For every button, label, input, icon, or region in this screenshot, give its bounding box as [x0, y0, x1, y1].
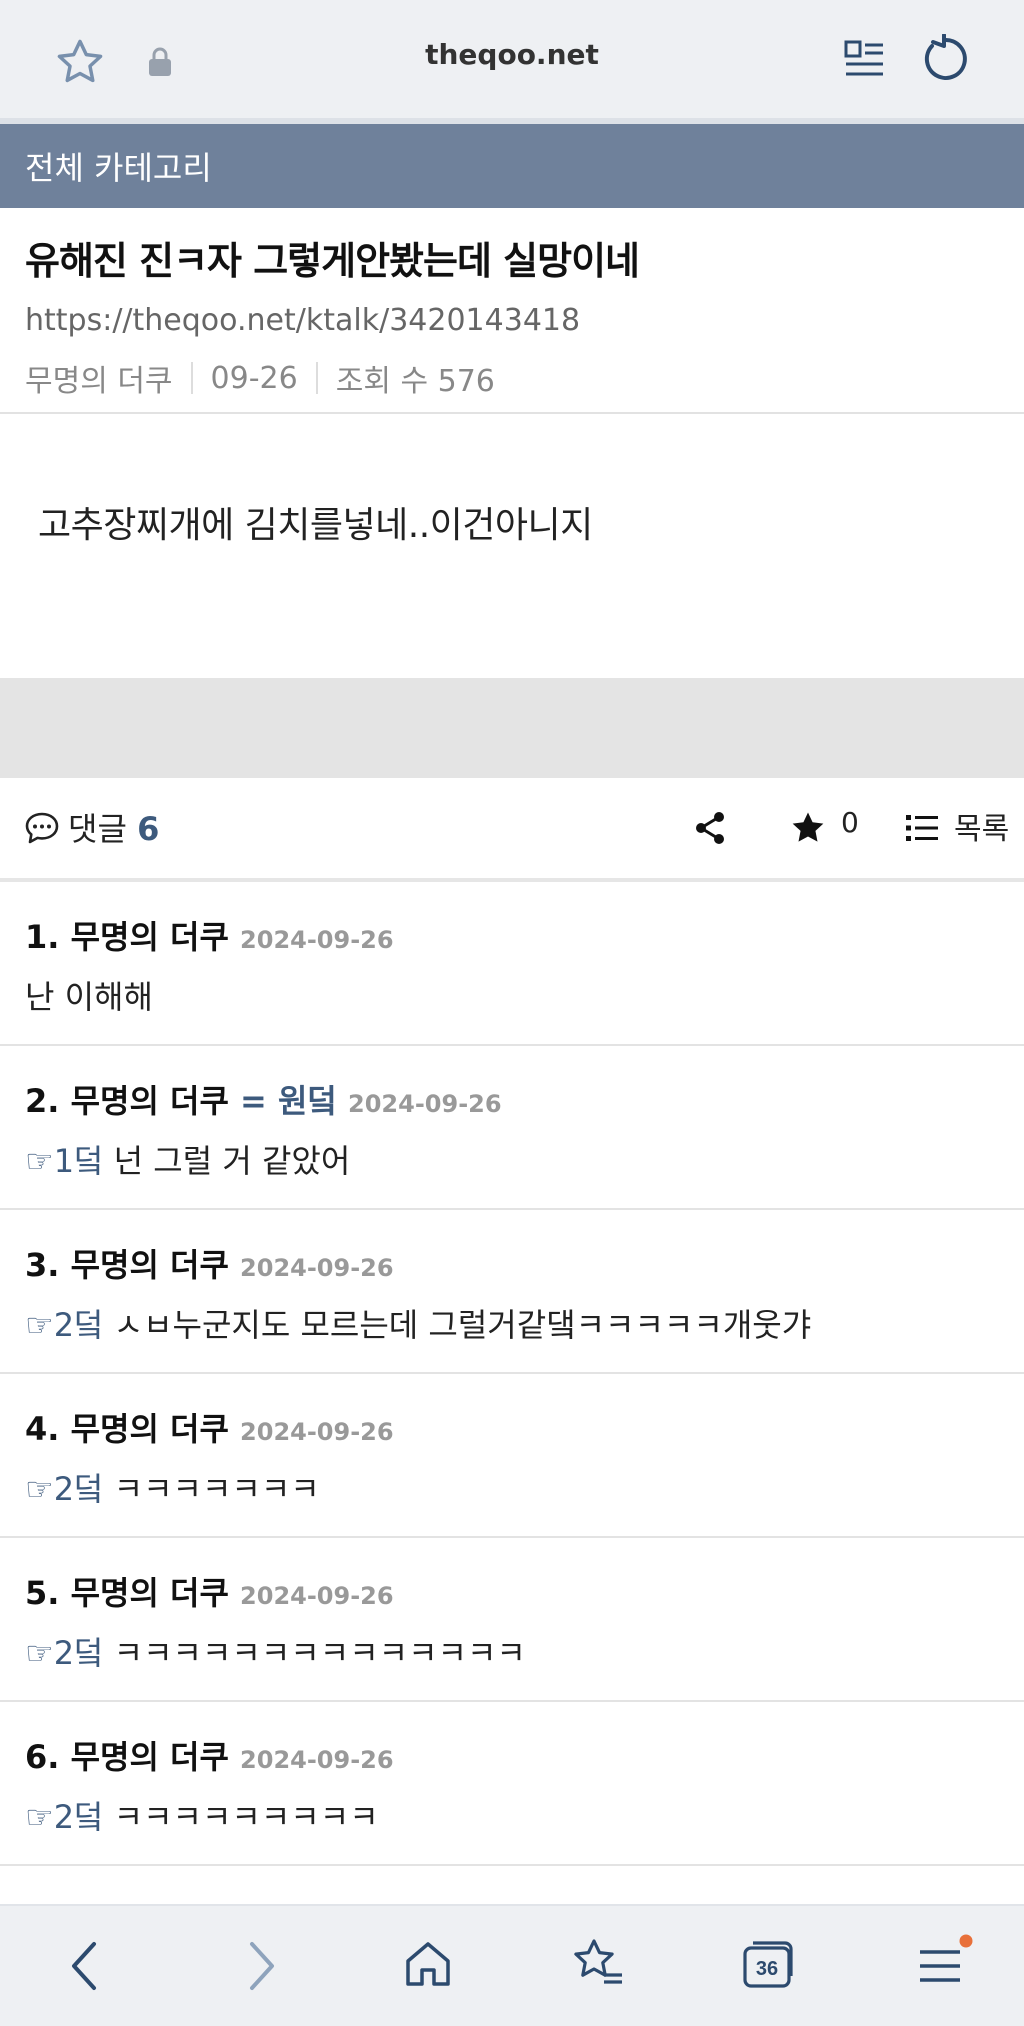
comment-date: 2024-09-26 — [240, 1254, 394, 1282]
star-count: 0 — [841, 806, 859, 839]
list-icon[interactable] — [902, 808, 942, 848]
comment-count-label: 댓글 6 — [68, 804, 159, 850]
list-button-label[interactable]: 목록 — [954, 804, 1009, 848]
comment-body: ☞1덬 넌 그럴 거 같았어 — [25, 1136, 350, 1182]
meta-separator — [315, 362, 318, 394]
comment-body: ☞2덬 ㅅㅂ누군지도 모르는데 그럴거같댘ㅋㅋㅋㅋㅋ개웃갸 — [25, 1300, 811, 1346]
tabs-count: 36 — [756, 1958, 778, 1980]
content-separator-band — [0, 678, 1024, 778]
comment-text: ㅅㅂ누군지도 모르는데 그럴거같댘ㅋㅋㅋㅋㅋ개웃갸 — [103, 1306, 812, 1344]
comment-body: 난 이해해 — [25, 972, 153, 1018]
tabs-icon[interactable]: 36 — [736, 1932, 802, 1996]
comment-item: 3. 무명의 더쿠 2024-09-26 ☞2덬 ㅅㅂ누군지도 모르는데 그럴거… — [0, 1210, 1024, 1374]
comment-author: 4. 무명의 더쿠 — [25, 1410, 229, 1448]
comment-header: 3. 무명의 더쿠 2024-09-26 — [25, 1240, 394, 1286]
notification-dot — [959, 1934, 973, 1948]
home-icon[interactable] — [398, 1932, 458, 1996]
comment-header: 4. 무명의 더쿠 2024-09-26 — [25, 1404, 394, 1450]
post-title: 유해진 진ㅋ자 그렇게안봤는데 실망이네 — [25, 239, 640, 283]
reply-reference-link[interactable]: ☞2덬 — [25, 1634, 104, 1672]
comment-text: ㅋㅋㅋㅋㅋㅋㅋ — [103, 1470, 320, 1508]
comment-date: 2024-09-26 — [240, 1418, 394, 1446]
comment-text: ㅋㅋㅋㅋㅋㅋㅋㅋㅋ — [103, 1798, 379, 1836]
comment-header: 2. 무명의 더쿠 = 원덬 2024-09-26 — [25, 1076, 502, 1122]
menu-icon[interactable] — [908, 1928, 978, 1996]
post-body: 고추장찌개에 김치를넣네..이건아니지 — [38, 505, 593, 546]
comment-text: 난 이해해 — [25, 978, 153, 1016]
comment-text: ㅋㅋㅋㅋㅋㅋㅋㅋㅋㅋㅋㅋㅋㅋ — [103, 1634, 526, 1672]
speech-bubble-icon — [22, 808, 62, 848]
back-icon[interactable] — [56, 1936, 116, 1996]
comment-author: 5. 무명의 더쿠 — [25, 1574, 229, 1612]
comment-item: 4. 무명의 더쿠 2024-09-26 ☞2덬 ㅋㅋㅋㅋㅋㅋㅋ — [0, 1374, 1024, 1538]
comment-body: ☞2덬 ㅋㅋㅋㅋㅋㅋㅋㅋㅋㅋㅋㅋㅋㅋ — [25, 1628, 526, 1674]
meta-separator — [190, 362, 193, 394]
reply-reference-link[interactable]: ☞1덬 — [25, 1142, 104, 1180]
browser-bottom-bar: 36 — [0, 1904, 1024, 2026]
reply-reference-link[interactable]: ☞2덬 — [25, 1798, 104, 1836]
comment-date: 2024-09-26 — [240, 926, 394, 954]
comment-item: 2. 무명의 더쿠 = 원덬 2024-09-26 ☞1덬 넌 그럴 거 같았어 — [0, 1046, 1024, 1210]
comment-date: 2024-09-26 — [240, 1746, 394, 1774]
comment-header: 5. 무명의 더쿠 2024-09-26 — [25, 1568, 394, 1614]
reload-icon[interactable] — [916, 30, 974, 88]
comment-item: 1. 무명의 더쿠 2024-09-26 난 이해해 — [0, 882, 1024, 1046]
post-header-divider — [0, 412, 1024, 414]
post-url[interactable]: https://theqoo.net/ktalk/3420143418 — [25, 303, 1005, 338]
post-views: 조회 수 576 — [335, 364, 495, 399]
reply-reference-link[interactable]: ☞2덬 — [25, 1470, 104, 1508]
comment-item: 6. 무명의 더쿠 2024-09-26 ☞2덬 ㅋㅋㅋㅋㅋㅋㅋㅋㅋ — [0, 1702, 1024, 1866]
post-meta: 무명의 더쿠 09-26 조회 수 576 — [25, 356, 1005, 400]
comment-item: 5. 무명의 더쿠 2024-09-26 ☞2덬 ㅋㅋㅋㅋㅋㅋㅋㅋㅋㅋㅋㅋㅋㅋ — [0, 1538, 1024, 1702]
post-header: 유해진 진ㅋ자 그렇게안봤는데 실망이네 https://theqoo.net/… — [25, 230, 1005, 400]
comment-text: 넌 그럴 거 같았어 — [103, 1142, 351, 1180]
post-date: 09-26 — [210, 360, 298, 396]
comment-count: 6 — [137, 810, 160, 848]
comment-toolbar: 댓글 6 0 목록 — [0, 778, 1024, 878]
comment-header: 1. 무명의 더쿠 2024-09-26 — [25, 912, 394, 958]
comment-author: 6. 무명의 더쿠 — [25, 1738, 229, 1776]
post-author: 무명의 더쿠 — [25, 364, 173, 399]
comment-header: 6. 무명의 더쿠 2024-09-26 — [25, 1732, 394, 1778]
comment-author: 1. 무명의 더쿠 — [25, 918, 229, 956]
comment-list: 1. 무명의 더쿠 2024-09-26 난 이해해 2. 무명의 더쿠 = 원… — [0, 882, 1024, 1866]
comment-author: 2. 무명의 더쿠 — [25, 1082, 229, 1120]
reply-reference-link[interactable]: ☞2덬 — [25, 1306, 104, 1344]
browser-top-bar: theqoo.net — [0, 0, 1024, 120]
bookmarks-icon[interactable] — [566, 1932, 628, 1994]
comment-date: 2024-09-26 — [240, 1582, 394, 1610]
original-poster-badge: = 원덬 — [240, 1082, 337, 1120]
comment-author: 3. 무명의 더쿠 — [25, 1246, 229, 1284]
comment-date: 2024-09-26 — [348, 1090, 502, 1118]
reader-mode-icon[interactable] — [838, 32, 892, 88]
forward-icon[interactable] — [230, 1936, 290, 1996]
category-bar[interactable]: 전체 카테고리 — [0, 124, 1024, 208]
comment-body: ☞2덬 ㅋㅋㅋㅋㅋㅋㅋ — [25, 1464, 320, 1510]
star-filled-icon[interactable] — [786, 806, 830, 850]
comment-body: ☞2덬 ㅋㅋㅋㅋㅋㅋㅋㅋㅋ — [25, 1792, 379, 1838]
comment-label: 댓글 — [68, 810, 127, 848]
share-icon[interactable] — [690, 806, 730, 850]
